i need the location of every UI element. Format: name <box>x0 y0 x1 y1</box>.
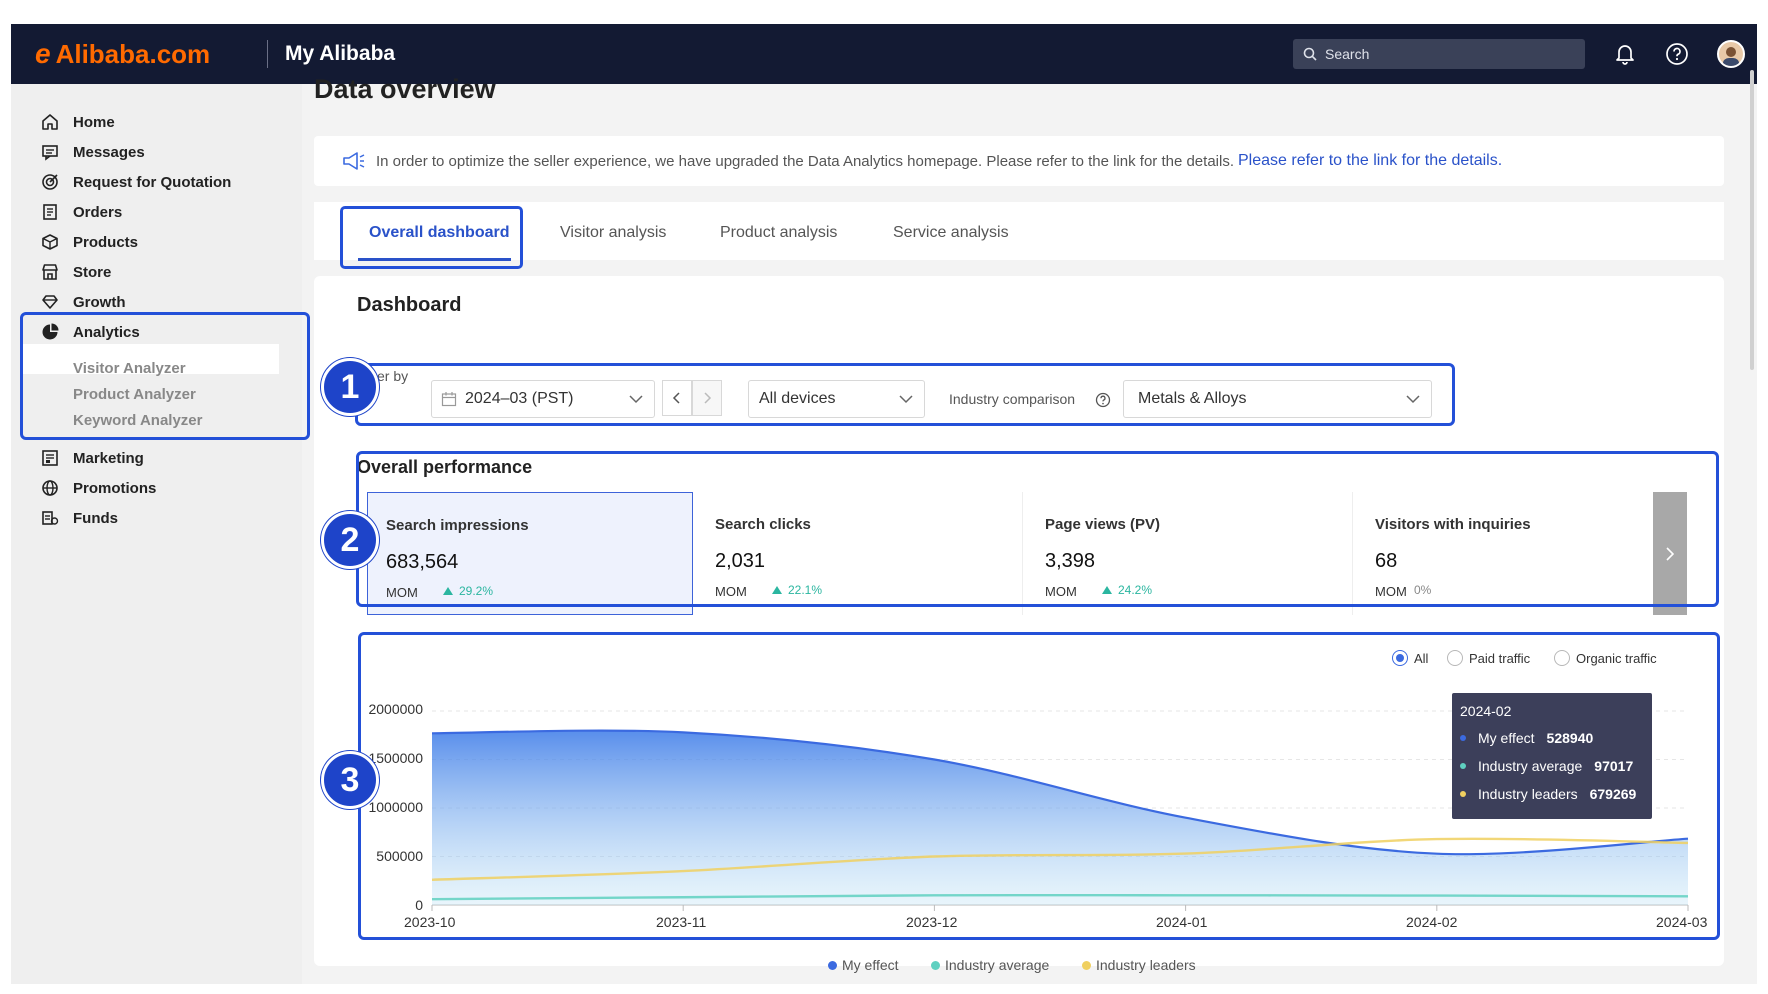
legend-industry-average[interactable]: Industry average <box>931 957 1049 973</box>
legend-industry-leaders[interactable]: Industry leaders <box>1082 957 1196 973</box>
x-tick-label: 2024-03 <box>1656 914 1708 930</box>
legend-my-effect[interactable]: My effect <box>828 957 899 973</box>
trend-chart <box>431 710 1689 911</box>
x-tick-label: 2024-02 <box>1406 914 1458 930</box>
annotation-badge-1: 1 <box>321 358 379 416</box>
tooltip-title: 2024-02 <box>1460 703 1512 719</box>
x-tick-label: 2023-12 <box>906 914 958 930</box>
tooltip-row-my-effect: My effect 528940 <box>1460 730 1593 746</box>
tooltip-row-industry-average: Industry average 97017 <box>1460 758 1633 774</box>
chart-tooltip: 2024-02 My effect 528940 Industry average… <box>1452 693 1652 819</box>
x-tick-label: 2023-10 <box>404 914 456 930</box>
y-tick-label: 500000 <box>376 848 423 864</box>
annotation-badge-2: 2 <box>321 511 379 569</box>
y-tick-label: 2000000 <box>368 701 423 717</box>
y-tick-label: 0 <box>415 897 423 913</box>
x-tick-label: 2023-11 <box>656 914 707 930</box>
annotation-badge-3: 3 <box>321 751 379 809</box>
tooltip-row-industry-leaders: Industry leaders 679269 <box>1460 786 1636 802</box>
x-tick-label: 2024-01 <box>1156 914 1208 930</box>
page-scrollbar[interactable] <box>1750 70 1754 370</box>
